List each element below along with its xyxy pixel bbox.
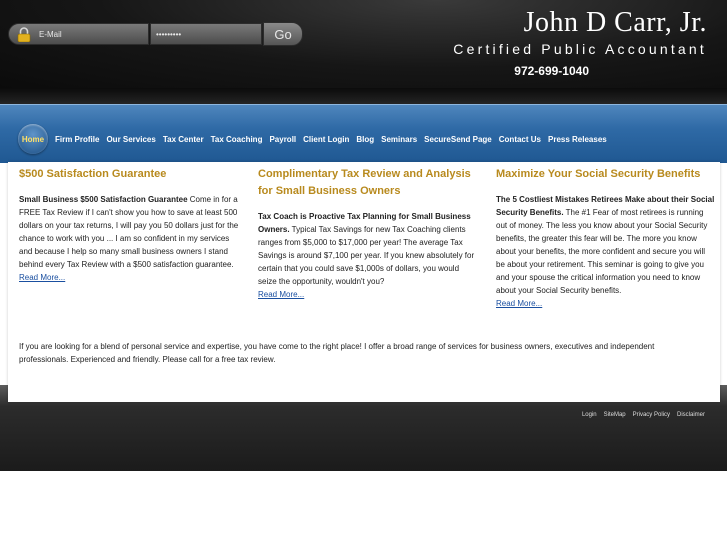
- nav-item-blog[interactable]: Blog: [356, 135, 374, 144]
- footer-link-login[interactable]: Login: [582, 412, 597, 418]
- feature-column-social-security: Maximize Your Social Security Benefits T…: [496, 162, 716, 310]
- brand-title: Certified Public Accountant: [453, 41, 707, 57]
- column-body: The 5 Costliest Mistakes Retirees Make a…: [496, 193, 716, 297]
- column-text: Typical Tax Savings for new Tax Coaching…: [258, 225, 475, 286]
- column-heading: Maximize Your Social Security Benefits: [496, 168, 701, 180]
- nav-item-tax-coaching[interactable]: Tax Coaching: [211, 135, 263, 144]
- intro-text: If you are looking for a blend of person…: [19, 342, 655, 364]
- read-more-link[interactable]: Read More...: [19, 271, 65, 284]
- column-text: The #1 Fear of most retirees is running …: [496, 208, 708, 295]
- content-area: $500 Satisfaction Guarantee Small Busine…: [8, 162, 720, 402]
- footer-link-disclaimer[interactable]: Disclaimer: [677, 412, 705, 418]
- brand-phone: 972-699-1040: [514, 64, 589, 78]
- nav-item-our-services[interactable]: Our Services: [106, 135, 155, 144]
- feature-column-guarantee: $500 Satisfaction Guarantee Small Busine…: [19, 162, 239, 284]
- nav-item-contact-us[interactable]: Contact Us: [499, 135, 541, 144]
- password-field[interactable]: •••••••••: [150, 23, 262, 45]
- footer-links: Login SiteMap Privacy Policy Disclaimer: [582, 412, 705, 418]
- column-text: Come in for a FREE Tax Review if I can't…: [19, 195, 239, 269]
- footer-link-privacy-policy[interactable]: Privacy Policy: [633, 412, 670, 418]
- brand-block: John D Carr, Jr. Certified Public Accoun…: [453, 7, 707, 79]
- nav-item-firm-profile[interactable]: Firm Profile: [55, 135, 99, 144]
- password-mask: •••••••••: [156, 29, 182, 39]
- main-navigation: Home Firm Profile Our Services Tax Cente…: [0, 104, 727, 163]
- feature-column-tax-review: Complimentary Tax Review and Analysis fo…: [258, 162, 478, 301]
- email-placeholder: E-Mail: [39, 29, 62, 39]
- email-field[interactable]: E-Mail: [8, 23, 149, 45]
- login-form: E-Mail ••••••••• Go: [8, 22, 303, 46]
- nav-item-tax-center[interactable]: Tax Center: [163, 135, 204, 144]
- column-heading: Complimentary Tax Review and Analysis fo…: [258, 168, 471, 197]
- brand-name: John D Carr, Jr.: [523, 7, 707, 38]
- column-body: Tax Coach is Proactive Tax Planning for …: [258, 210, 478, 288]
- nav-item-home[interactable]: Home: [18, 124, 48, 154]
- column-body: Small Business $500 Satisfaction Guarant…: [19, 193, 239, 271]
- footer-link-sitemap[interactable]: SiteMap: [604, 412, 626, 418]
- nav-item-seminars[interactable]: Seminars: [381, 135, 417, 144]
- column-lead: Small Business $500 Satisfaction Guarant…: [19, 195, 188, 204]
- lock-icon: [17, 27, 31, 42]
- nav-item-payroll[interactable]: Payroll: [269, 135, 296, 144]
- nav-item-client-login[interactable]: Client Login: [303, 135, 349, 144]
- read-more-link[interactable]: Read More...: [258, 288, 304, 301]
- go-button[interactable]: Go: [263, 22, 303, 46]
- column-heading: $500 Satisfaction Guarantee: [19, 168, 167, 180]
- nav-item-press-releases[interactable]: Press Releases: [548, 135, 607, 144]
- read-more-link[interactable]: Read More...: [496, 297, 542, 310]
- nav-item-securesend-page[interactable]: SecureSend Page: [424, 135, 492, 144]
